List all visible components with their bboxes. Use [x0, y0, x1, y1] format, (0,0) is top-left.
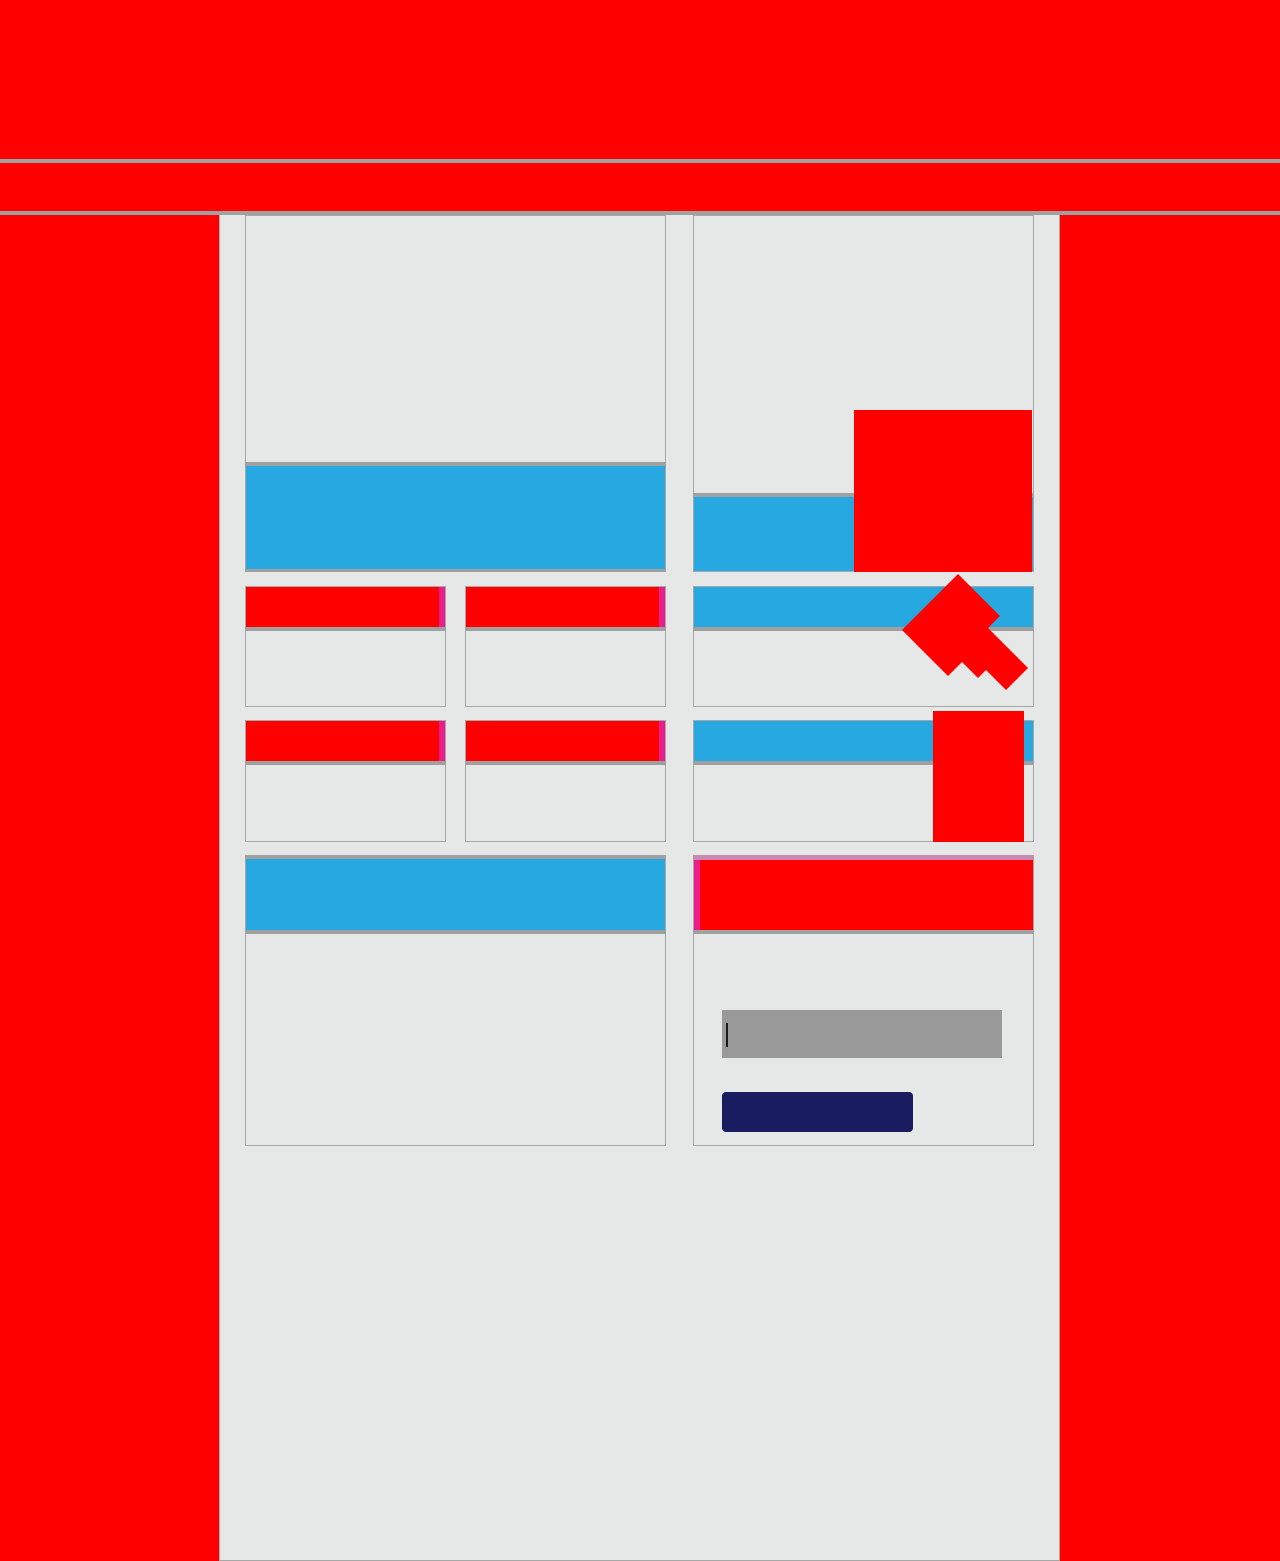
page-header	[0, 0, 1280, 159]
small-card-1-divider	[245, 627, 446, 631]
featured-left-bottom-line	[245, 569, 666, 572]
small-card-4-header	[466, 721, 659, 761]
bottom-left-divider	[245, 930, 666, 934]
small-card-1-accent	[439, 587, 445, 627]
nav-bar[interactable]	[0, 163, 1280, 211]
side-card-2-overlay-block	[933, 711, 1024, 842]
small-card-3-divider	[245, 761, 446, 765]
small-card-2-accent	[659, 587, 665, 627]
featured-right-overlay-block	[854, 410, 1032, 572]
small-card-4-divider	[465, 761, 666, 765]
featured-left-caption-bar[interactable]	[246, 466, 665, 569]
diamond-arrow-icon	[902, 574, 1028, 690]
small-card-3-header	[246, 721, 439, 761]
signup-header	[700, 860, 1033, 930]
signup-divider	[693, 930, 1034, 934]
small-card-3-accent	[439, 721, 445, 761]
small-card-1-header	[246, 587, 439, 627]
email-input[interactable]	[722, 1010, 1002, 1058]
text-caret	[726, 1023, 728, 1047]
small-card-2-divider	[465, 627, 666, 631]
small-card-4-accent	[659, 721, 665, 761]
submit-button[interactable]	[722, 1092, 913, 1132]
bottom-left-header	[246, 859, 665, 930]
bottom-left-body	[260, 946, 650, 1126]
small-card-2-header	[466, 587, 659, 627]
